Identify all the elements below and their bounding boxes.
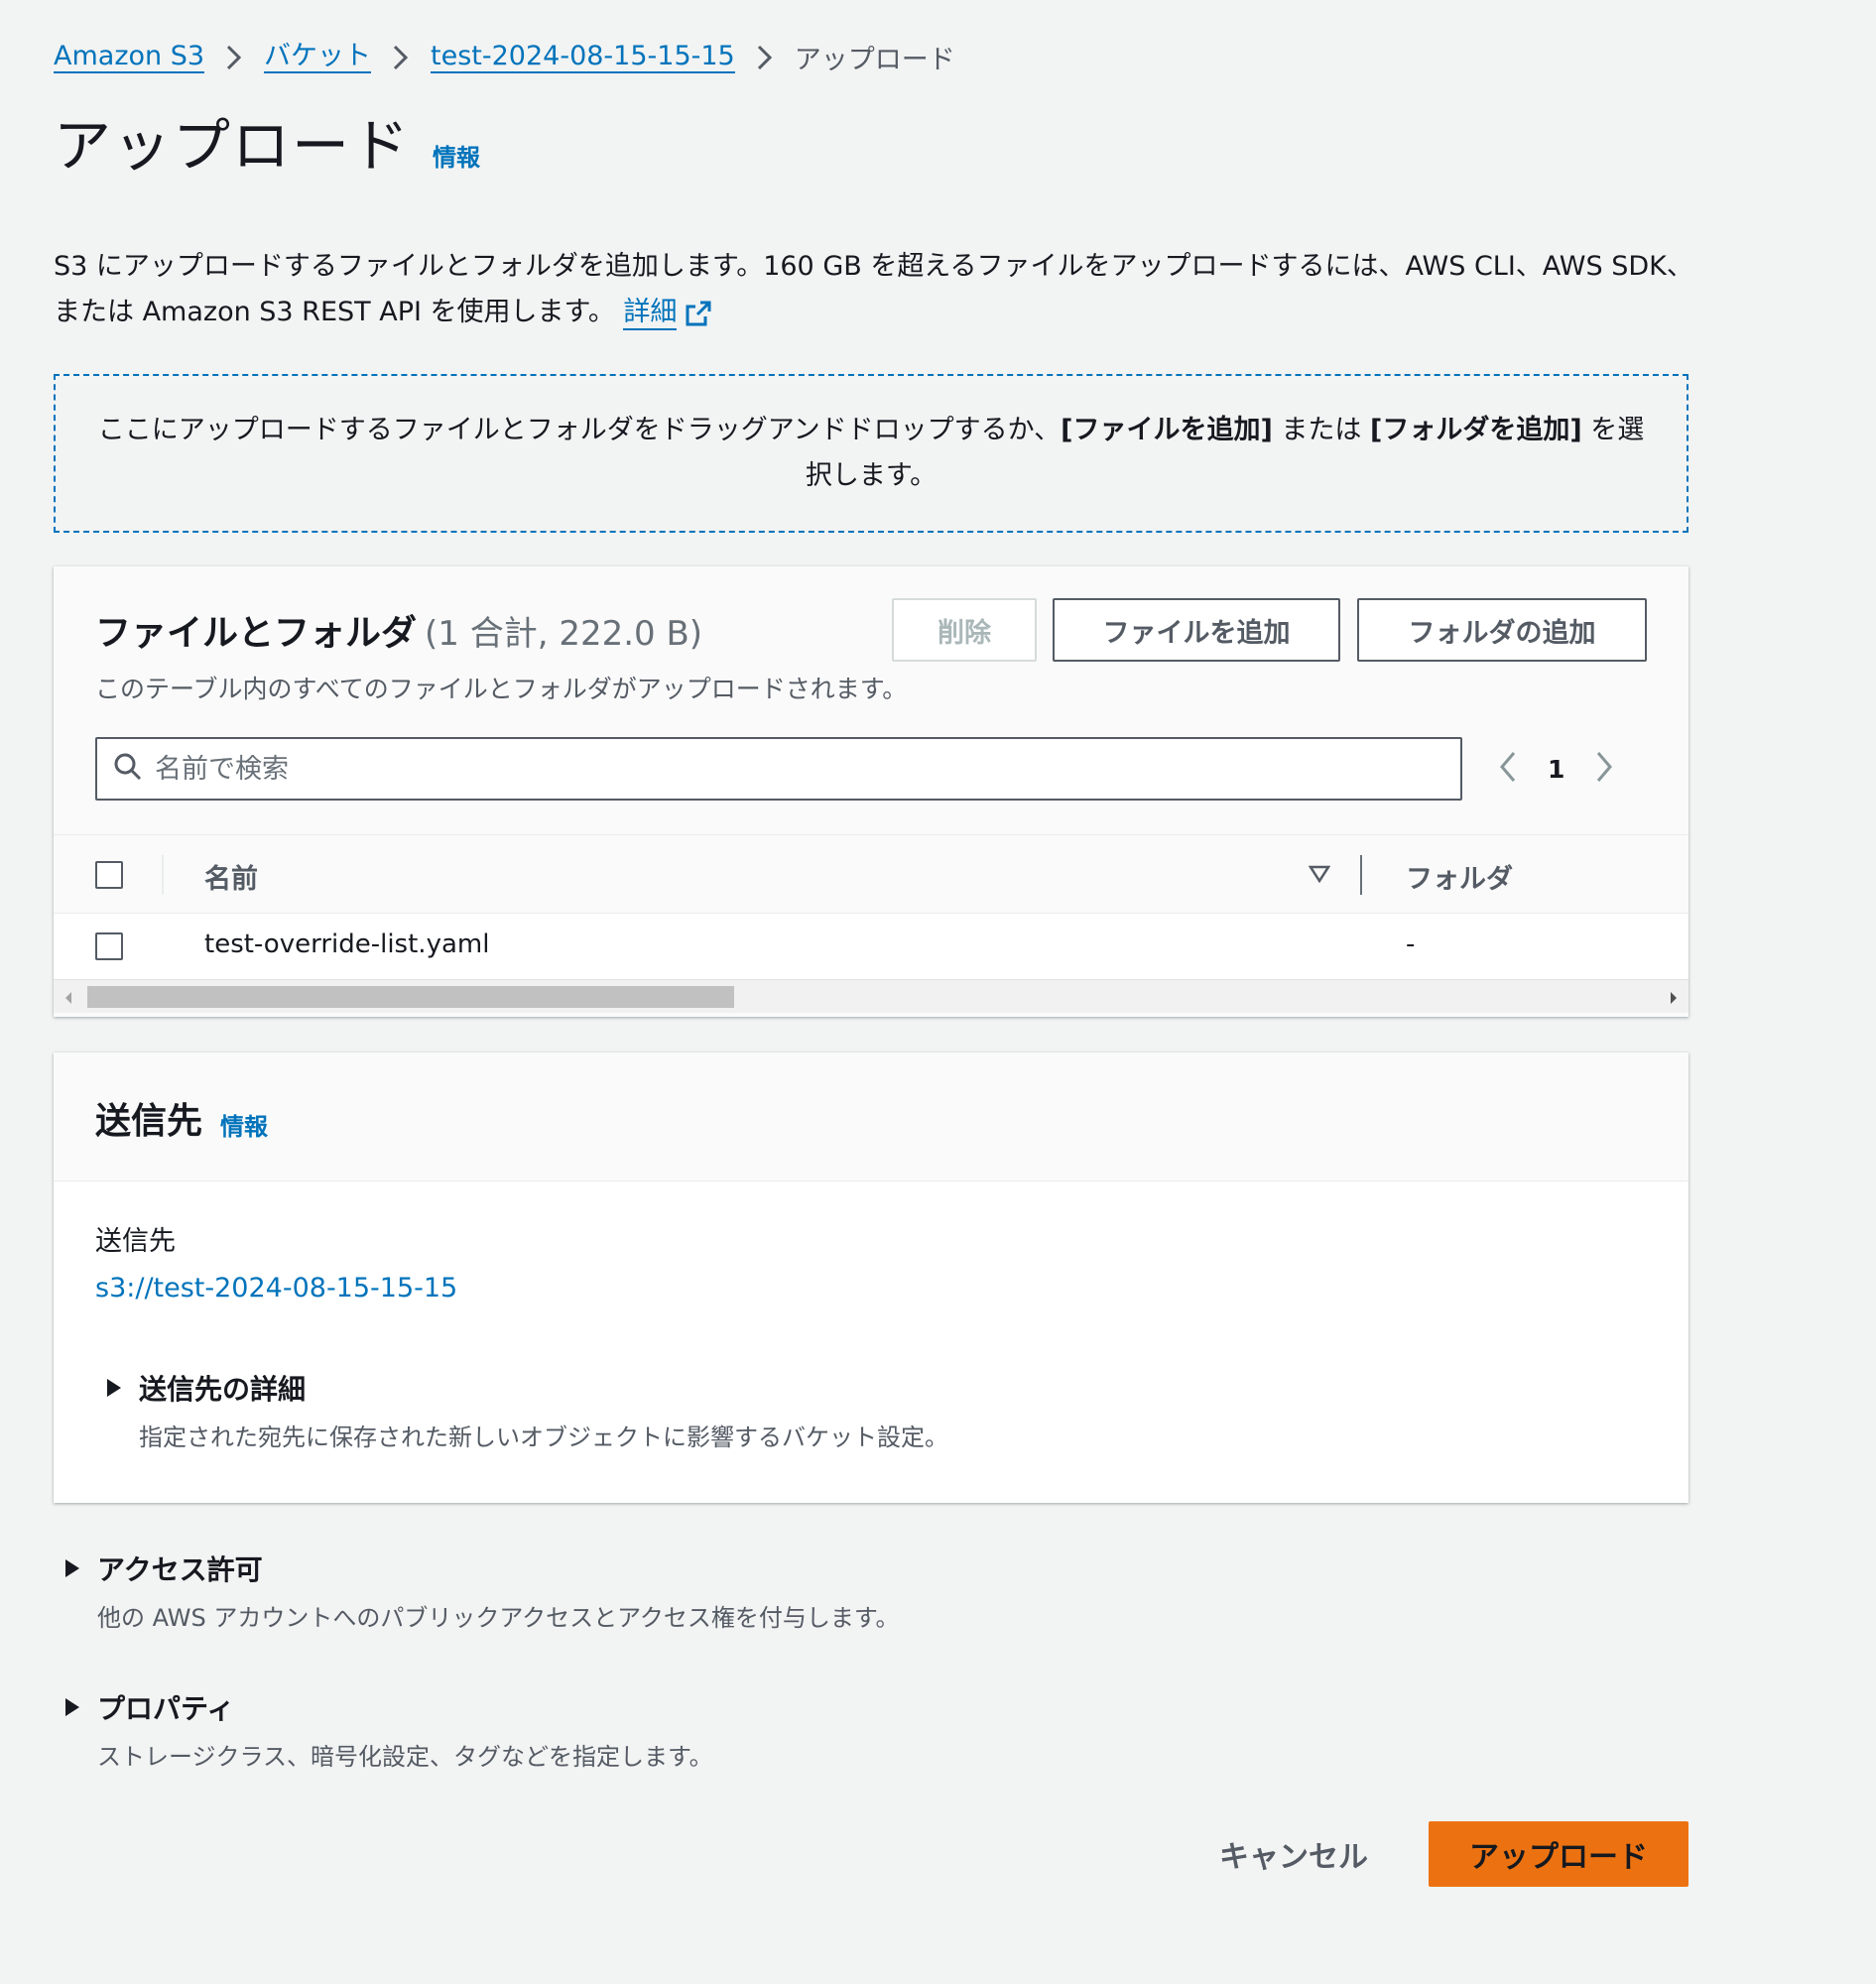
column-resize-handle[interactable] — [1360, 855, 1362, 895]
properties-expander[interactable]: プロパティ ストレージクラス、暗号化設定、タグなどを指定します。 — [63, 1687, 713, 1772]
column-divider — [162, 855, 164, 895]
cancel-button[interactable]: キャンセル — [1204, 1821, 1383, 1887]
destination-info-link[interactable]: 情報 — [220, 1107, 268, 1142]
destination-title-row: 送信先 情報 — [95, 1092, 268, 1144]
add-files-button[interactable]: ファイルを追加 — [1053, 598, 1340, 662]
details-link[interactable]: 詳細 — [623, 297, 678, 330]
page-header: アップロード 情報 — [54, 117, 480, 175]
destination-details-expander[interactable]: 送信先の詳細 指定された宛先に保存された新しいオブジェクトに影響するバケット設定… — [105, 1368, 948, 1452]
search-icon — [113, 752, 143, 786]
dropzone-text: ここにアップロードするファイルとフォルダをドラッグアンドドロップするか、[ファイ… — [95, 408, 1647, 499]
files-subtitle: このテーブル内のすべてのファイルとフォルダがアップロードされます。 — [95, 675, 908, 703]
select-all-checkbox[interactable] — [95, 861, 123, 889]
chevron-right-icon — [735, 44, 795, 71]
page-title: アップロード — [54, 112, 412, 180]
add-folder-button[interactable]: フォルダの追加 — [1357, 598, 1647, 662]
destination-header: 送信先 情報 — [54, 1053, 1688, 1181]
row-file-name: test-override-list.yaml — [204, 930, 490, 959]
destination-panel: 送信先 情報 送信先 s3://test-2024-08-15-15-15 送信… — [54, 1053, 1688, 1503]
pagination: 1 — [1498, 745, 1614, 793]
scroll-right-icon[interactable] — [1669, 990, 1679, 1009]
row-folder: - — [1406, 930, 1416, 959]
sort-descending-icon[interactable] — [1308, 865, 1331, 887]
page-description: S3 にアップロードするファイルとフォルダを追加します。160 GB を超えるフ… — [54, 244, 1700, 335]
properties-toggle[interactable]: プロパティ — [63, 1687, 713, 1727]
destination-title: 送信先 — [95, 1101, 203, 1142]
scrollbar-thumb[interactable] — [87, 986, 734, 1008]
file-dropzone[interactable]: ここにアップロードするファイルとフォルダをドラッグアンドドロップするか、[ファイ… — [54, 374, 1688, 533]
permissions-expander[interactable]: アクセス許可 他の AWS アカウントへのパブリックアクセスとアクセス権を付与し… — [63, 1549, 900, 1633]
files-header: ファイルとフォルダ (1 合計, 222.0 B) — [95, 604, 702, 656]
breadcrumb-bucket-name[interactable]: test-2024-08-15-15-15 — [431, 41, 735, 74]
caret-right-icon — [105, 1378, 139, 1398]
scroll-left-icon[interactable] — [63, 990, 73, 1009]
search-input[interactable] — [155, 753, 1345, 785]
row-checkbox[interactable] — [95, 932, 123, 960]
description-text: S3 にアップロードするファイルとフォルダを追加します。160 GB を超えるフ… — [54, 251, 1693, 327]
dropzone-text-2: または — [1272, 415, 1370, 445]
destination-details-description: 指定された宛先に保存された新しいオブジェクトに影響するバケット設定。 — [139, 1424, 948, 1451]
files-count: (1 合計, 222.0 B) — [425, 614, 703, 654]
column-header-folder[interactable]: フォルダ — [1406, 857, 1513, 896]
horizontal-scrollbar[interactable] — [54, 979, 1688, 1013]
dropzone-text-1: ここにアップロードするファイルとフォルダをドラッグアンドドロップするか、 — [97, 415, 1062, 445]
permissions-toggle[interactable]: アクセス許可 — [63, 1549, 900, 1588]
files-panel: ファイルとフォルダ (1 合計, 222.0 B) このテーブル内のすべてのファイ… — [54, 566, 1688, 1017]
search-box — [95, 737, 1462, 801]
properties-title: プロパティ — [97, 1692, 235, 1725]
page-number[interactable]: 1 — [1548, 755, 1564, 784]
dropzone-add-files-hint: [ファイルを追加] — [1061, 415, 1273, 445]
caret-right-icon — [63, 1697, 97, 1717]
chevron-right-icon[interactable] — [1594, 750, 1614, 788]
chevron-right-icon — [371, 44, 431, 71]
table-row[interactable]: test-override-list.yaml - — [54, 914, 1688, 979]
dropzone-add-folder-hint: [フォルダを追加] — [1369, 415, 1582, 445]
caret-right-icon — [63, 1558, 97, 1578]
chevron-right-icon — [204, 44, 264, 71]
destination-details-title: 送信先の詳細 — [139, 1373, 307, 1406]
destination-details-toggle[interactable]: 送信先の詳細 — [105, 1368, 948, 1408]
permissions-description: 他の AWS アカウントへのパブリックアクセスとアクセス権を付与します。 — [97, 1604, 900, 1632]
files-title: ファイルとフォルダ — [95, 613, 418, 654]
upload-button[interactable]: アップロード — [1429, 1821, 1688, 1887]
destination-label: 送信先 — [95, 1226, 176, 1257]
external-link-icon — [685, 300, 712, 327]
info-link[interactable]: 情報 — [433, 138, 480, 173]
breadcrumb: Amazon S3 バケット test-2024-08-15-15-15 アップ… — [54, 38, 955, 76]
permissions-title: アクセス許可 — [97, 1553, 263, 1586]
column-header-name[interactable]: 名前 — [204, 857, 258, 896]
delete-button[interactable]: 削除 — [892, 598, 1037, 662]
destination-value-link[interactable]: s3://test-2024-08-15-15-15 — [95, 1273, 457, 1303]
breadcrumb-current: アップロード — [794, 45, 955, 75]
breadcrumb-amazon-s3[interactable]: Amazon S3 — [54, 41, 205, 74]
chevron-left-icon[interactable] — [1498, 750, 1518, 788]
properties-description: ストレージクラス、暗号化設定、タグなどを指定します。 — [97, 1743, 713, 1771]
breadcrumb-buckets[interactable]: バケット — [264, 41, 372, 74]
table-header: 名前 フォルダ — [54, 834, 1688, 914]
